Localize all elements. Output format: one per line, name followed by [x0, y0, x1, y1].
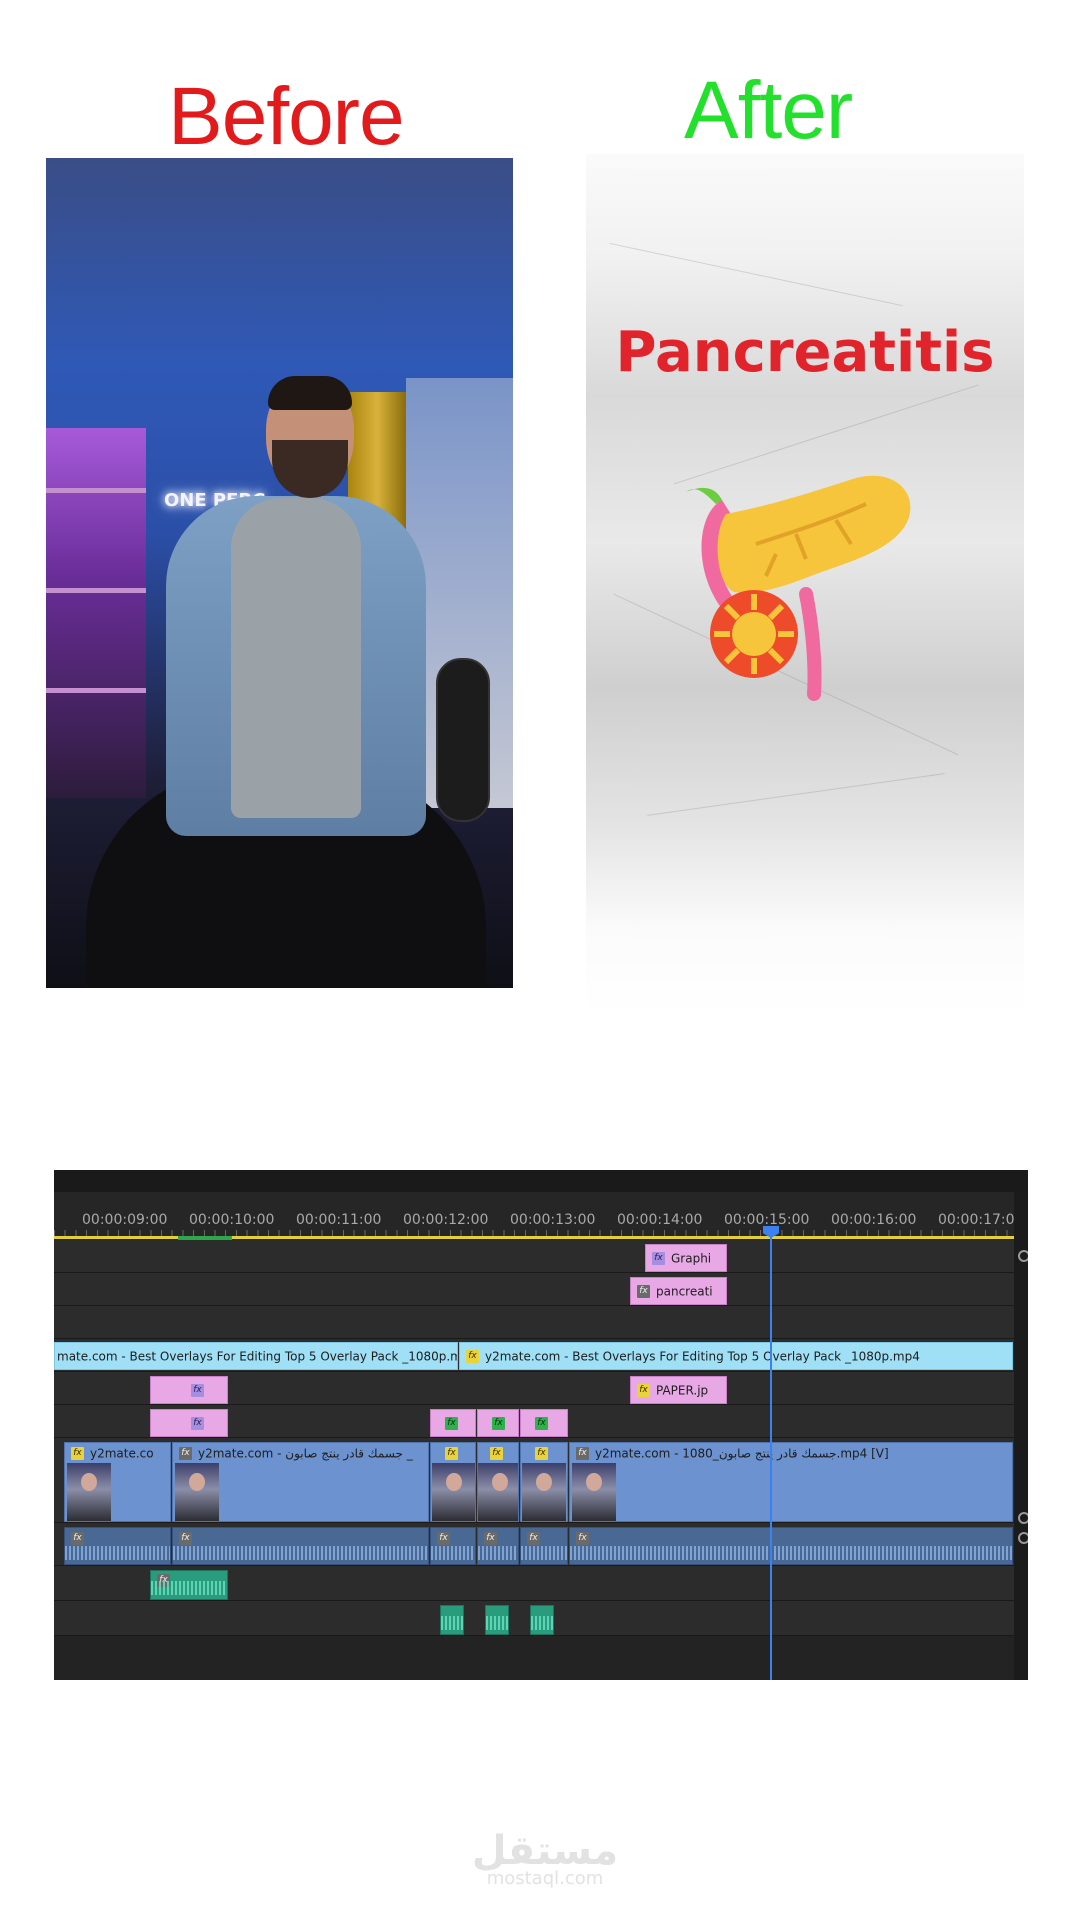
video-track-v8[interactable] [54, 1240, 1014, 1273]
audio-clip[interactable]: fx [172, 1527, 429, 1565]
audio-clip[interactable]: fx [569, 1527, 1013, 1565]
timecode-label: 00:00:12:00 [403, 1212, 489, 1228]
after-video-frame: Pancreatitis [586, 154, 1024, 1016]
video-track-v6[interactable] [54, 1306, 1014, 1339]
overlay-clip[interactable]: fx y2mate.com - Best Overlays For Editing… [459, 1342, 1013, 1370]
track-keyframe-icon[interactable] [1018, 1250, 1028, 1262]
pancreas-icon [686, 475, 911, 701]
cut-clip[interactable]: fx [430, 1442, 476, 1522]
audio-clip[interactable]: fx [430, 1527, 476, 1565]
graphic-clip[interactable]: fx Graphi [645, 1244, 727, 1272]
fx-icon: fx [191, 1384, 204, 1397]
room-shelf [46, 428, 146, 798]
fx-icon: fx [466, 1350, 479, 1363]
timecode-label: 00:00:10:00 [189, 1212, 275, 1228]
timeline-header [54, 1170, 1028, 1192]
main-video-clip[interactable]: fx y2mate.com - 1080_جسمك قادر ينتج صابون… [569, 1442, 1013, 1522]
watermark-logo-latin: mostaql.com [486, 1868, 604, 1889]
fx-icon: fx [637, 1384, 650, 1397]
fx-icon: fx [71, 1532, 84, 1545]
clip-thumbnail [175, 1463, 219, 1521]
fx-icon: fx [492, 1417, 505, 1430]
transition-clip[interactable]: fx [430, 1409, 476, 1437]
fx-icon: fx [179, 1447, 192, 1460]
transition-clip[interactable]: fx [520, 1409, 568, 1437]
fx-icon: fx [576, 1532, 589, 1545]
before-video-frame: ONE PERC [46, 158, 513, 988]
fx-icon: fx [535, 1417, 548, 1430]
sound-effect-clip[interactable]: fx [150, 1570, 228, 1600]
before-heading: Before [168, 71, 405, 162]
fx-icon: fx [535, 1447, 548, 1460]
audio-clip[interactable]: fx [64, 1527, 171, 1565]
timecode-label: 00:00:17:00 [938, 1212, 1024, 1228]
skateboard [436, 658, 490, 822]
sound-effect-clip[interactable] [485, 1605, 509, 1635]
fx-icon: fx [652, 1252, 665, 1265]
timecode-label: 00:00:16:00 [831, 1212, 917, 1228]
person-hair [268, 376, 352, 410]
timecode-label: 00:00:09:00 [82, 1212, 168, 1228]
paper-clip[interactable]: fx PAPER.jp [630, 1376, 727, 1404]
sound-effect-clip[interactable] [530, 1605, 554, 1635]
overlay-clip[interactable]: mate.com - Best Overlays For Editing Top… [54, 1342, 458, 1370]
transition-clip[interactable]: fx [477, 1409, 519, 1437]
clip-thumbnail [478, 1463, 518, 1521]
video-track-v7[interactable] [54, 1273, 1014, 1306]
audio-clip[interactable]: fx [477, 1527, 519, 1565]
audio-clip[interactable]: fx [520, 1527, 568, 1565]
fx-icon: fx [445, 1447, 458, 1460]
sound-effect-clip[interactable] [440, 1605, 464, 1635]
adjustment-clip[interactable]: fx [150, 1409, 228, 1437]
video-editor-timeline[interactable]: 00:00:09:00 00:00:10:00 00:00:11:00 00:0… [54, 1170, 1028, 1680]
timecode-label: 00:00:13:00 [510, 1212, 596, 1228]
fx-icon: fx [179, 1532, 192, 1545]
fx-icon: fx [490, 1447, 503, 1460]
track-keyframe-icon[interactable] [1018, 1512, 1028, 1524]
fx-icon: fx [527, 1532, 540, 1545]
fx-icon: fx [445, 1417, 458, 1430]
timecode-label: 00:00:14:00 [617, 1212, 703, 1228]
main-video-clip[interactable]: fx y2mate.co [64, 1442, 171, 1522]
person-beard [272, 440, 348, 498]
timeline-scrollbar[interactable] [1014, 1192, 1028, 1680]
clip-thumbnail [522, 1463, 566, 1521]
pancreas-clip[interactable]: fx pancreati [630, 1277, 727, 1305]
after-heading: After [684, 65, 853, 156]
cut-clip[interactable]: fx [477, 1442, 519, 1522]
clip-thumbnail [67, 1463, 111, 1521]
pancreatitis-title: Pancreatitis [615, 320, 995, 385]
track-keyframe-icon[interactable] [1018, 1532, 1028, 1544]
playhead-line[interactable] [770, 1228, 772, 1680]
fx-icon: fx [437, 1532, 450, 1545]
fx-icon: fx [576, 1447, 589, 1460]
clip-thumbnail [432, 1463, 475, 1521]
adjustment-clip[interactable]: fx [150, 1376, 228, 1404]
fx-icon: fx [191, 1417, 204, 1430]
cut-clip[interactable]: fx [520, 1442, 568, 1522]
fx-icon: fx [637, 1285, 650, 1298]
timecode-label: 00:00:15:00 [724, 1212, 810, 1228]
clip-thumbnail [572, 1463, 616, 1521]
fx-icon: fx [484, 1532, 497, 1545]
fx-icon: fx [71, 1447, 84, 1460]
timecode-label: 00:00:11:00 [296, 1212, 382, 1228]
person-hoodie [231, 498, 361, 818]
main-video-clip[interactable]: fx y2mate.com - جسمك قادر ينتج صابون _ [172, 1442, 429, 1522]
